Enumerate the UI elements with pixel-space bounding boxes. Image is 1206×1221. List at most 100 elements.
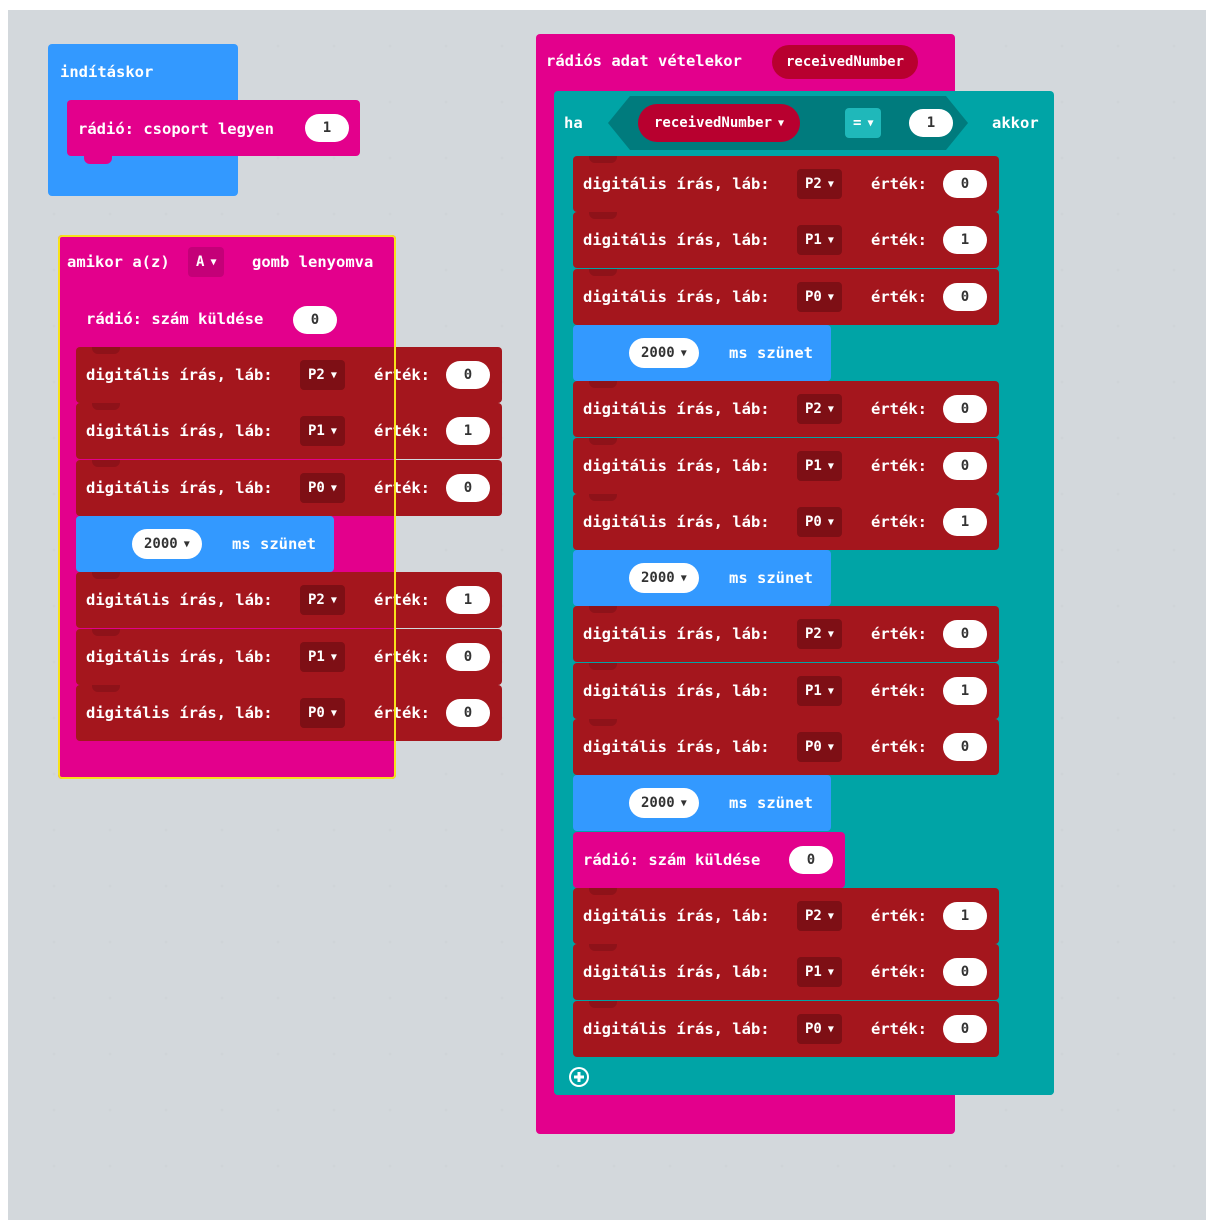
pause-ms-dropdown[interactable]: 2000 ▼ <box>629 563 699 594</box>
value-label: érték: <box>374 591 430 610</box>
pause-block[interactable]: 2000 ▼ ms szünet <box>573 775 831 832</box>
pin-value-field[interactable]: 0 <box>943 282 987 311</box>
on-received-label: rádiós adat vételekor <box>546 52 742 70</box>
send-value-field[interactable]: 0 <box>293 306 337 334</box>
pin-dropdown[interactable]: P2 ▼ <box>300 585 345 616</box>
pin-value-field[interactable]: 0 <box>446 361 490 389</box>
digital-write-block[interactable]: digitális írás, láb: P1 ▼ érték: 0 <box>573 944 999 1001</box>
pause-ms-value: 2000 <box>144 535 178 552</box>
digital-write-block[interactable]: digitális írás, láb: P1 ▼ érték: 0 <box>76 628 502 685</box>
digital-write-block[interactable]: digitális írás, láb: P0 ▼ érték: 0 <box>76 684 502 741</box>
pin-dropdown[interactable]: P0 ▼ <box>797 281 842 312</box>
digital-write-block[interactable]: digitális írás, láb: P0 ▼ érték: 0 <box>573 1000 999 1057</box>
digital-write-block[interactable]: digitális írás, láb: P2 ▼ érték: 0 <box>573 606 999 663</box>
pin-value-field[interactable]: 0 <box>943 1014 987 1043</box>
pin-dropdown[interactable]: P2 ▼ <box>797 900 842 931</box>
pin-dropdown[interactable]: P1 ▼ <box>797 450 842 481</box>
chevron-down-icon: ▼ <box>680 573 687 585</box>
pin-value-field[interactable]: 0 <box>943 620 987 649</box>
pause-label: ms szünet <box>729 794 813 813</box>
radio-set-group-label: rádió: csoport legyen <box>78 120 274 138</box>
chevron-down-icon: ▼ <box>827 685 834 697</box>
digital-write-block[interactable]: digitális írás, láb: P2 ▼ érték: 1 <box>573 887 999 944</box>
condition-variable-name: receivedNumber <box>654 115 773 131</box>
pin-value-field[interactable]: 0 <box>446 473 490 502</box>
digital-write-label: digitális írás, láb: <box>86 703 273 722</box>
pin-value-field[interactable]: 1 <box>943 676 987 705</box>
chevron-down-icon: ▼ <box>827 742 834 753</box>
pin-dropdown[interactable]: P1 ▼ <box>300 641 345 672</box>
plus-circle-icon[interactable] <box>566 1064 592 1090</box>
pause-block[interactable]: 2000 ▼ ms szünet <box>573 324 831 381</box>
block-notch <box>589 719 617 726</box>
pin-value-field[interactable]: 0 <box>943 733 987 761</box>
if-block-arm <box>554 155 574 1063</box>
digital-write-block[interactable]: digitális írás, láb: P1 ▼ érték: 1 <box>573 662 999 719</box>
condition-value-field[interactable]: 1 <box>909 109 953 137</box>
pin-dropdown[interactable]: P1 ▼ <box>797 225 842 256</box>
radio-group-value-field[interactable]: 1 <box>305 114 349 142</box>
digital-write-label: digitális írás, láb: <box>86 422 273 441</box>
pin-dropdown[interactable]: P1 ▼ <box>300 416 345 447</box>
pause-label: ms szünet <box>729 569 813 588</box>
digital-write-block[interactable]: digitális írás, láb: P1 ▼ érték: 1 <box>76 403 502 460</box>
condition-variable[interactable]: receivedNumber ▼ <box>638 104 801 142</box>
operator-value: = <box>853 115 862 131</box>
pin-dropdown[interactable]: P0 ▼ <box>300 472 345 503</box>
pin-dropdown[interactable]: P2 ▼ <box>797 619 842 650</box>
digital-write-block[interactable]: digitális írás, láb: P0 ▼ érték: 0 <box>573 268 999 325</box>
block-notch <box>92 347 120 354</box>
pin-value-field[interactable]: 1 <box>943 901 987 930</box>
pin-value-field[interactable]: 1 <box>943 226 987 255</box>
received-number-variable[interactable]: receivedNumber <box>772 45 919 79</box>
pin-dropdown[interactable]: P1 ▼ <box>797 675 842 706</box>
block-notch <box>589 268 617 276</box>
pin-dropdown[interactable]: P0 ▼ <box>797 1013 842 1044</box>
digital-write-block[interactable]: digitális írás, láb: P2 ▼ érték: 0 <box>573 156 999 212</box>
pause-block[interactable]: 2000 ▼ ms szünet <box>76 515 334 572</box>
digital-write-block[interactable]: digitális írás, láb: P1 ▼ érték: 1 <box>573 212 999 269</box>
chevron-down-icon: ▼ <box>778 118 785 129</box>
pin-dropdown[interactable]: P0 ▼ <box>300 697 345 728</box>
digital-write-label: digitális írás, láb: <box>583 1019 770 1038</box>
pause-ms-dropdown[interactable]: 2000 ▼ <box>629 337 699 368</box>
digital-write-label: digitális írás, láb: <box>583 231 770 250</box>
chevron-down-icon: ▼ <box>680 347 687 359</box>
pin-dropdown[interactable]: P0 ▼ <box>797 732 842 762</box>
digital-write-block[interactable]: digitális írás, láb: P2 ▼ érték: 0 <box>76 347 502 403</box>
pin-value-field[interactable]: 0 <box>943 451 987 480</box>
digital-write-block[interactable]: digitális írás, láb: P0 ▼ érték: 1 <box>573 493 999 550</box>
digital-write-label: digitális írás, láb: <box>583 175 770 193</box>
operator-dropdown[interactable]: = ▼ <box>845 108 882 138</box>
chevron-down-icon: ▼ <box>210 257 217 268</box>
on-start-label: indításkor <box>60 63 154 81</box>
pause-ms-dropdown[interactable]: 2000 ▼ <box>629 788 699 819</box>
pin-dropdown[interactable]: P2 ▼ <box>797 169 842 199</box>
pause-block[interactable]: 2000 ▼ ms szünet <box>573 550 831 607</box>
pin-value-field[interactable]: 0 <box>446 698 490 727</box>
pin-dropdown[interactable]: P0 ▼ <box>797 506 842 537</box>
pin-value-field[interactable]: 1 <box>446 586 490 615</box>
pin-dropdown[interactable]: P1 ▼ <box>797 957 842 988</box>
pin-value-field[interactable]: 0 <box>943 958 987 987</box>
pause-ms-dropdown[interactable]: 2000 ▼ <box>132 528 202 559</box>
digital-write-block[interactable]: digitális írás, láb: P2 ▼ érték: 1 <box>76 572 502 629</box>
radio-send-number-block[interactable]: rádió: szám küldése 0 <box>573 831 845 888</box>
chevron-down-icon: ▼ <box>827 179 834 190</box>
pin-value-field[interactable]: 0 <box>943 170 987 198</box>
pin-value-field[interactable]: 0 <box>446 642 490 671</box>
pin-value: P2 <box>805 401 822 418</box>
digital-write-block[interactable]: digitális írás, láb: P0 ▼ érték: 0 <box>76 459 502 516</box>
pin-value-field[interactable]: 1 <box>943 507 987 536</box>
pin-dropdown[interactable]: P2 ▼ <box>300 360 345 390</box>
pin-value-field[interactable]: 1 <box>446 417 490 446</box>
send-value-field[interactable]: 0 <box>789 845 833 874</box>
digital-write-block[interactable]: digitális írás, láb: P2 ▼ érték: 0 <box>573 381 999 438</box>
digital-write-block[interactable]: digitális írás, láb: P1 ▼ érték: 0 <box>573 437 999 494</box>
digital-write-block[interactable]: digitális írás, láb: P0 ▼ érték: 0 <box>573 719 999 775</box>
button-select-dropdown[interactable]: A ▼ <box>188 247 225 277</box>
pin-value-field[interactable]: 0 <box>943 395 987 424</box>
chevron-down-icon: ▼ <box>330 707 337 719</box>
chevron-down-icon: ▼ <box>330 651 337 663</box>
pin-dropdown[interactable]: P2 ▼ <box>797 394 842 425</box>
